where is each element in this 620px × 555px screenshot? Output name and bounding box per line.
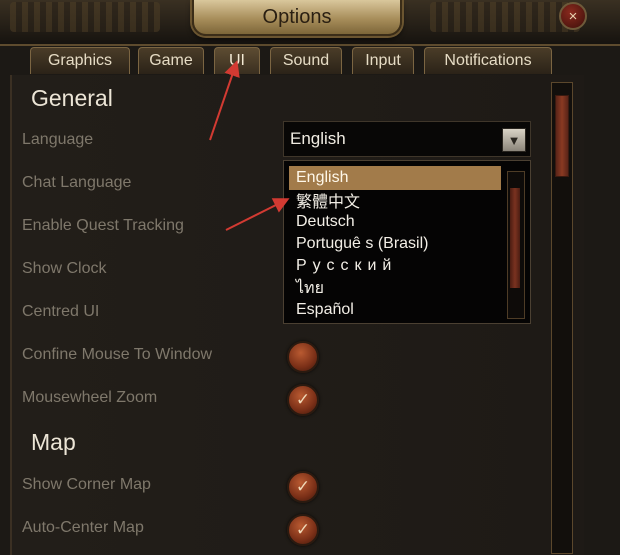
mousewheel-zoom-checkbox[interactable]: ✓ xyxy=(287,384,319,416)
ornament-left xyxy=(10,2,160,32)
window-title: Options xyxy=(262,5,332,28)
language-dropdown-list: English 繁體中文 Deutsch Portuguê s (Brasil)… xyxy=(283,160,531,324)
auto-center-map-label: Auto-Center Map xyxy=(22,519,144,536)
language-option-german[interactable]: Deutsch xyxy=(289,210,501,234)
language-label: Language xyxy=(22,131,94,148)
section-title-map: Map xyxy=(31,429,76,455)
show-corner-map-checkbox[interactable]: ✓ xyxy=(287,471,319,503)
close-icon: × xyxy=(568,7,578,25)
tab-ui[interactable]: UI xyxy=(214,47,260,74)
language-option-russian[interactable]: Русский xyxy=(289,254,501,278)
dropdown-scrollbar-thumb[interactable] xyxy=(510,188,520,288)
dropdown-arrow-icon[interactable]: ▼ xyxy=(502,128,526,152)
checkmark-icon: ✓ xyxy=(295,520,311,539)
chat-language-label: Chat Language xyxy=(22,174,132,191)
checkmark-icon: ✓ xyxy=(295,477,311,496)
tab-graphics[interactable]: Graphics xyxy=(30,47,130,74)
tab-sound[interactable]: Sound xyxy=(270,47,342,74)
confine-mouse-label: Confine Mouse To Window xyxy=(22,346,213,363)
language-select-value: English xyxy=(290,129,346,148)
auto-center-map-checkbox[interactable]: ✓ xyxy=(287,514,319,546)
quest-tracking-label: Enable Quest Tracking xyxy=(22,217,184,234)
language-option-spanish[interactable]: Español xyxy=(289,298,501,322)
language-option-portuguese[interactable]: Portuguê s (Brasil) xyxy=(289,232,501,256)
tab-label: UI xyxy=(229,52,245,69)
close-button[interactable]: × xyxy=(559,2,587,30)
centred-ui-label: Centred UI xyxy=(22,303,100,320)
scrollbar-thumb[interactable] xyxy=(555,95,569,177)
window-title-plate: Options xyxy=(192,0,402,36)
dropdown-scrollbar[interactable] xyxy=(507,171,525,319)
confine-mouse-checkbox[interactable] xyxy=(287,341,319,373)
checkmark-icon: ✓ xyxy=(295,390,311,409)
language-option-thai[interactable]: ไทย xyxy=(289,276,501,300)
tab-label: Graphics xyxy=(47,52,113,69)
section-title-general: General xyxy=(31,85,113,111)
tab-label: Game xyxy=(149,52,193,69)
mousewheel-zoom-label: Mousewheel Zoom xyxy=(22,389,158,406)
options-scrollbar[interactable] xyxy=(551,82,573,554)
tab-notifications[interactable]: Notifications xyxy=(424,47,552,74)
tab-label: Input xyxy=(365,52,401,69)
tab-game[interactable]: Game xyxy=(138,47,204,74)
language-select[interactable]: English ▼ xyxy=(283,121,531,157)
ornament-right xyxy=(430,2,580,32)
tab-label: Sound xyxy=(282,52,330,69)
tab-label: Notifications xyxy=(444,52,532,69)
tab-input[interactable]: Input xyxy=(352,47,414,74)
show-corner-map-label: Show Corner Map xyxy=(22,476,151,493)
language-option-english[interactable]: English xyxy=(289,166,501,190)
language-option-traditional-chinese[interactable]: 繁體中文 xyxy=(289,188,501,212)
show-clock-label: Show Clock xyxy=(22,260,107,277)
